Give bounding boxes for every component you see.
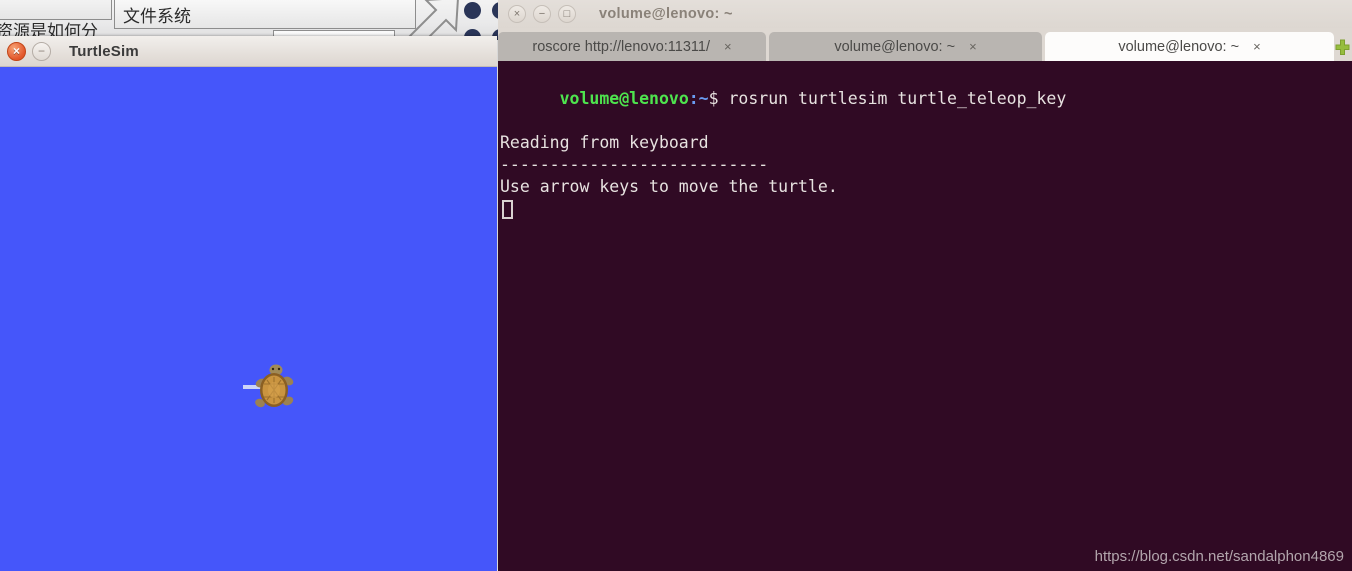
prompt-command: rosrun turtlesim turtle_teleop_key: [718, 89, 1067, 108]
tab-label: volume@lenovo: ~: [834, 38, 956, 55]
new-tab-button[interactable]: [1334, 37, 1350, 57]
minimize-icon[interactable]: −: [32, 41, 51, 61]
prompt-symbol: $: [708, 89, 719, 108]
decoration-dot: [464, 2, 481, 19]
tab-volume-1[interactable]: volume@lenovo: ~ ×: [769, 32, 1042, 61]
terminal-tabbar[interactable]: roscore http://lenovo:11311/ × volume@le…: [498, 28, 1352, 61]
close-icon[interactable]: ×: [508, 5, 526, 23]
background-text-2: 文件系统: [123, 7, 191, 27]
turtle-sprite-icon: [255, 364, 294, 408]
terminal-prompt-line: volume@lenovo:~$ rosrun turtlesim turtle…: [500, 66, 1352, 132]
tab-label: volume@lenovo: ~: [1118, 38, 1240, 55]
close-icon[interactable]: ×: [7, 41, 26, 61]
prompt-user-host: volume@lenovo: [559, 89, 689, 108]
maximize-icon[interactable]: □: [558, 5, 576, 23]
turtlesim-window-title: TurtleSim: [69, 42, 139, 60]
watermark-text: https://blog.csdn.net/sandalphon4869: [1094, 548, 1344, 565]
terminal-window[interactable]: × − □ volume@lenovo: ~ roscore http://le…: [498, 0, 1352, 571]
terminal-output-area[interactable]: volume@lenovo:~$ rosrun turtlesim turtle…: [498, 61, 1352, 571]
tab-volume-2-active[interactable]: volume@lenovo: ~ ×: [1045, 32, 1334, 61]
plus-icon: [1335, 39, 1349, 55]
tab-close-icon[interactable]: ×: [969, 40, 977, 53]
terminal-cursor: [502, 200, 513, 219]
terminal-output-line: Reading from keyboard: [500, 133, 709, 152]
cursor-arrow-icon: [408, 0, 459, 40]
turtlesim-titlebar[interactable]: × − TurtleSim: [0, 36, 497, 67]
turtlesim-window[interactable]: × − TurtleSim: [0, 36, 497, 571]
tab-close-icon[interactable]: ×: [1253, 40, 1261, 53]
terminal-window-title: volume@lenovo: ~: [599, 6, 733, 22]
minimize-icon[interactable]: −: [533, 5, 551, 23]
tab-label: roscore http://lenovo:11311/: [532, 38, 710, 55]
prompt-path: :~: [688, 89, 709, 108]
terminal-output-line: Use arrow keys to move the turtle.: [500, 177, 838, 196]
terminal-output-line: ---------------------------: [500, 155, 769, 174]
turtlesim-canvas[interactable]: [0, 67, 497, 571]
tab-roscore[interactable]: roscore http://lenovo:11311/ ×: [498, 32, 766, 61]
tab-close-icon[interactable]: ×: [724, 40, 732, 53]
terminal-titlebar[interactable]: × − □ volume@lenovo: ~: [498, 0, 1352, 28]
desktop-background: 资源是如何分 文件系统: [0, 0, 498, 40]
